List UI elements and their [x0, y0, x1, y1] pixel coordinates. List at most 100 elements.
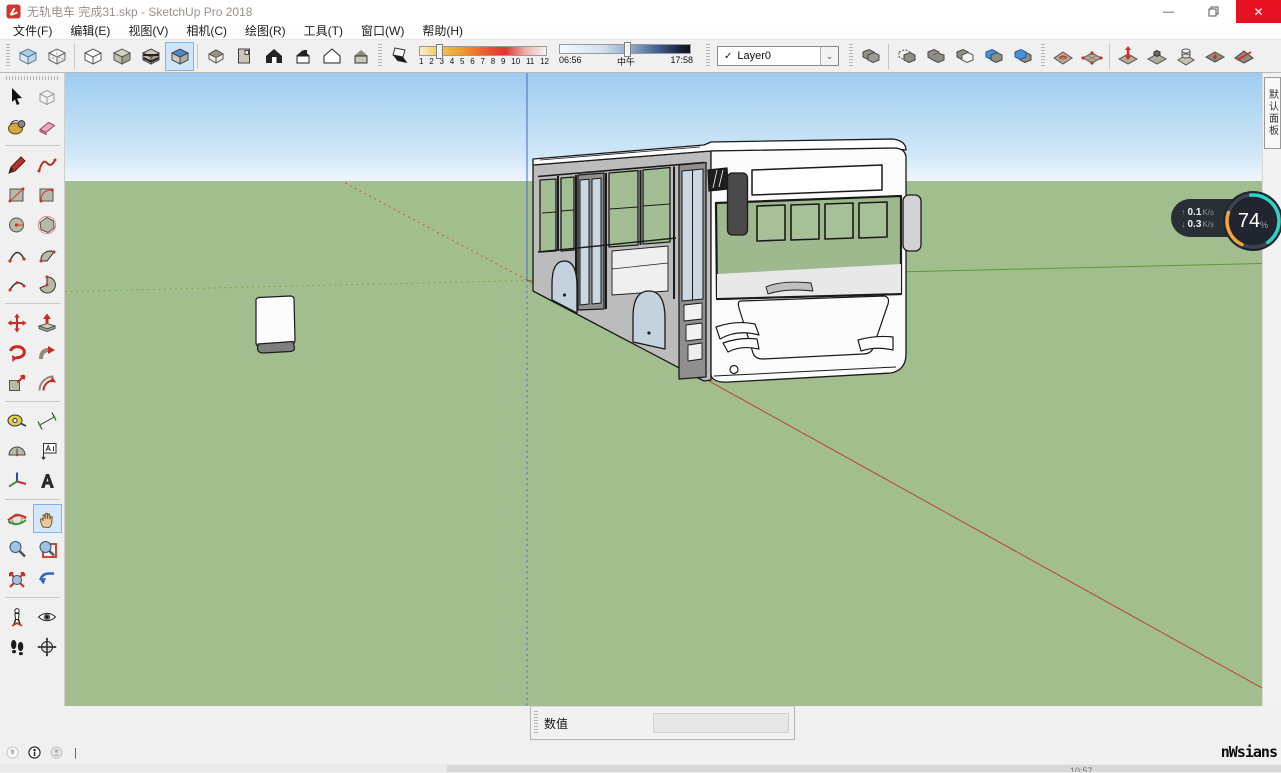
polygon-tool-button[interactable]: [33, 210, 62, 239]
pan-tool-button[interactable]: [33, 504, 62, 533]
sandbox-stamp-button[interactable]: [1142, 42, 1171, 71]
measurements-grip[interactable]: [534, 711, 538, 735]
zoom-window-tool-button[interactable]: [33, 534, 62, 563]
make-component-tool-button[interactable]: [33, 82, 62, 111]
menu-item[interactable]: 视图(V): [119, 23, 177, 40]
3d-text-tool-button[interactable]: [33, 466, 62, 495]
geolocation-icon[interactable]: [6, 746, 19, 759]
sign-in-icon[interactable]: [50, 746, 63, 759]
view-back-button[interactable]: [317, 42, 346, 71]
style-shaded-textures-button[interactable]: [136, 42, 165, 71]
section-plane-tool-button[interactable]: [33, 632, 62, 661]
toolbar-grip[interactable]: [706, 44, 710, 68]
three-point-arc-tool-button[interactable]: [3, 270, 32, 299]
solid-union-button[interactable]: [921, 42, 950, 71]
default-tray-tab[interactable]: 默认面板: [1264, 77, 1281, 149]
solid-subtract-button[interactable]: [950, 42, 979, 71]
shadow-date-slider[interactable]: 123456789101112: [419, 46, 549, 66]
select-tool-button[interactable]: [3, 82, 32, 111]
from-scratch-icon: [1080, 44, 1104, 68]
move-tool-button[interactable]: [3, 308, 32, 337]
text-tool-button[interactable]: [33, 436, 62, 465]
scale-tool-button[interactable]: [3, 368, 32, 397]
menu-item[interactable]: 帮助(H): [413, 23, 472, 40]
measurements-input[interactable]: [653, 713, 789, 733]
previous-view-tool-button[interactable]: [33, 564, 62, 593]
style-monochrome-button[interactable]: [165, 42, 194, 71]
credits-icon[interactable]: [28, 746, 41, 759]
toolbar-grip[interactable]: [378, 44, 382, 68]
sandbox-smoove-button[interactable]: [1113, 42, 1142, 71]
shadows-toggle-button[interactable]: [385, 42, 414, 71]
sandbox-drape-button[interactable]: [1171, 42, 1200, 71]
pie-tool-button[interactable]: [33, 270, 62, 299]
stamp-icon: [1145, 44, 1169, 68]
sandbox-from-contours-button[interactable]: [1048, 42, 1077, 71]
viewport-canvas[interactable]: [65, 73, 1262, 706]
circle-tool-button[interactable]: [3, 210, 32, 239]
rotated-rectangle-tool-button[interactable]: [33, 180, 62, 209]
solid-split-button[interactable]: [1008, 42, 1037, 71]
two-point-arc-tool-button[interactable]: [33, 240, 62, 269]
solid-outer-shell-button[interactable]: [856, 42, 885, 71]
date-slider-handle[interactable]: [436, 44, 443, 59]
minimize-button[interactable]: —: [1146, 0, 1191, 23]
solid-intersect-button[interactable]: [892, 42, 921, 71]
menu-item[interactable]: 编辑(E): [61, 23, 119, 40]
orbit-tool-button[interactable]: [3, 504, 32, 533]
push-pull-tool-button[interactable]: [33, 308, 62, 337]
look-around-tool-button[interactable]: [33, 602, 62, 631]
union-icon: [924, 44, 948, 68]
view-left-button[interactable]: [346, 42, 375, 71]
paint-bucket-tool-button[interactable]: [3, 112, 32, 141]
line-tool-button[interactable]: [3, 150, 32, 179]
view-right-button[interactable]: [288, 42, 317, 71]
offset-tool-button[interactable]: [33, 368, 62, 397]
menu-item[interactable]: 窗口(W): [352, 23, 413, 40]
toolbar-grip[interactable]: [849, 44, 853, 68]
style-back-edges-button[interactable]: [42, 42, 71, 71]
rotate-tool-button[interactable]: [3, 338, 32, 367]
close-button[interactable]: ✕: [1236, 0, 1281, 23]
palette-grip[interactable]: [6, 76, 58, 80]
zoom-extents-tool-button[interactable]: [3, 564, 32, 593]
style-shaded-button[interactable]: [107, 42, 136, 71]
tape-measure-tool-button[interactable]: [3, 406, 32, 435]
menu-item[interactable]: 相机(C): [177, 23, 236, 40]
menu-item[interactable]: 文件(F): [4, 23, 61, 40]
menu-item[interactable]: 工具(T): [295, 23, 352, 40]
zoom-tool-button[interactable]: [3, 534, 32, 563]
layer-dropdown-chevron-icon[interactable]: ⌄: [820, 47, 838, 65]
menu-item[interactable]: 绘图(R): [236, 23, 295, 40]
view-front-button[interactable]: [259, 42, 288, 71]
arc-tool-button[interactable]: [3, 240, 32, 269]
view-top-button[interactable]: [230, 42, 259, 71]
layer-dropdown[interactable]: ✓ Layer0 ⌄: [717, 46, 839, 66]
toolbar-grip[interactable]: [6, 44, 10, 68]
sandbox-add-detail-button[interactable]: [1200, 42, 1229, 71]
sandbox-flip-edge-button[interactable]: [1229, 42, 1258, 71]
follow-me-tool-button[interactable]: [33, 338, 62, 367]
walk-tool-button[interactable]: [3, 632, 32, 661]
shadow-time-slider[interactable]: 06:56 中午 17:58: [559, 44, 693, 68]
freehand-tool-button[interactable]: [33, 150, 62, 179]
protractor-tool-button[interactable]: [3, 436, 32, 465]
toolbar-grip[interactable]: [1041, 44, 1045, 68]
axes-tool-button[interactable]: [3, 466, 32, 495]
restore-button[interactable]: [1191, 0, 1236, 23]
viewport[interactable]: [65, 73, 1262, 706]
time-slider-handle[interactable]: [624, 42, 631, 57]
solid-trim-button[interactable]: [979, 42, 1008, 71]
position-camera-tool-button[interactable]: [3, 602, 32, 631]
view-iso-button[interactable]: [201, 42, 230, 71]
move-icon: [5, 311, 29, 335]
sandbox-from-scratch-button[interactable]: [1077, 42, 1106, 71]
dimension-icon: [35, 409, 59, 433]
battery-percent-ring[interactable]: 74 %: [1222, 190, 1281, 252]
style-wireframe-button[interactable]: [78, 42, 107, 71]
style-xray-button[interactable]: [13, 42, 42, 71]
small-panel-object[interactable]: [256, 296, 295, 353]
dimension-tool-button[interactable]: [33, 406, 62, 435]
eraser-tool-button[interactable]: [33, 112, 62, 141]
rectangle-tool-button[interactable]: [3, 180, 32, 209]
